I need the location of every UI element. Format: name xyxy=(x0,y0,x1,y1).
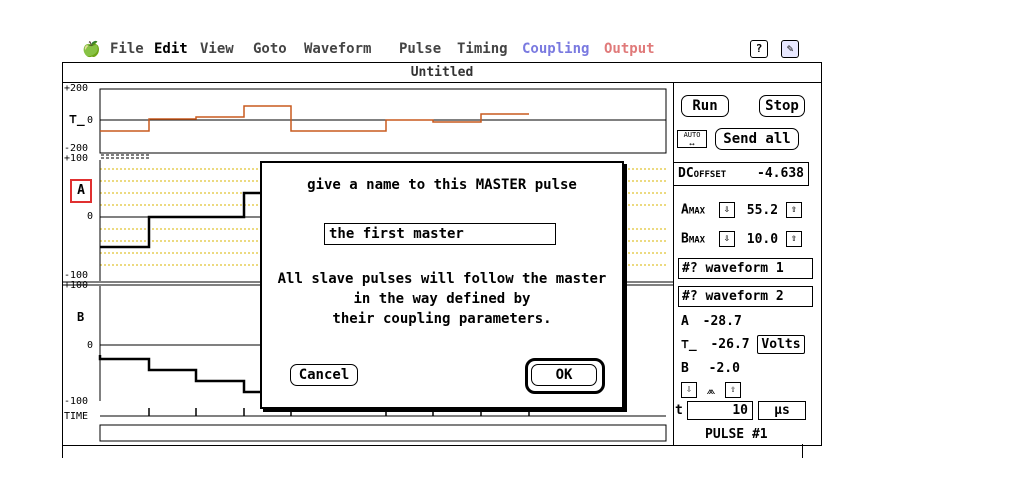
menu-goto[interactable]: Goto xyxy=(253,41,287,57)
shape-down-icon[interactable]: ⇩ xyxy=(681,381,697,398)
b-max-label: B xyxy=(681,231,689,247)
shape-up-icon[interactable]: ⇧ xyxy=(724,381,741,398)
dc-offset-sub: OFFSET xyxy=(693,170,727,180)
plot-a-frame xyxy=(99,88,667,154)
channel-a-selector[interactable]: A xyxy=(70,179,92,203)
menu-pulse[interactable]: Pulse xyxy=(399,41,441,57)
volts-button[interactable]: Volts xyxy=(757,335,805,354)
ok-button-default-ring: OK xyxy=(525,358,605,394)
auto-label: AUTO xyxy=(683,131,701,139)
pulse-name-input[interactable] xyxy=(324,223,556,245)
b-max-value[interactable]: 10.0 xyxy=(747,232,778,247)
time-axis-label: TIME xyxy=(64,411,89,422)
a-max-label: A xyxy=(681,202,689,218)
a-max-decrease-icon[interactable]: ⇩ xyxy=(718,202,735,218)
pulse-label: PULSE #1 xyxy=(705,427,768,442)
dc-offset-value: -4.638 xyxy=(757,166,804,181)
window-title[interactable]: Untitled xyxy=(63,63,821,83)
menu-output[interactable]: Output xyxy=(604,41,655,57)
main-plot-trace xyxy=(100,191,263,249)
auto-toggle[interactable]: AUTO ⟷ xyxy=(677,130,707,148)
menu-bar: 🍏 File Edit View Goto Waveform Pulse Tim… xyxy=(0,38,1024,62)
a-max-increase-icon[interactable]: ⇧ xyxy=(785,202,802,218)
name-pulse-dialog: give a name to this MASTER pulse All sla… xyxy=(260,161,624,409)
plot-b-trace xyxy=(98,355,263,394)
b-max-decrease-icon[interactable]: ⇩ xyxy=(718,231,735,247)
dialog-message-line2: in the way defined by xyxy=(353,291,531,307)
menu-timing[interactable]: Timing xyxy=(457,41,508,57)
main-plot-zero-label: 0 xyxy=(87,211,94,222)
offset-symbol-icon: ⊤̲ xyxy=(69,112,85,127)
offset-symbol-icon: ⊤̲ xyxy=(681,337,697,352)
menu-coupling[interactable]: Coupling xyxy=(522,41,589,57)
ok-button[interactable]: OK xyxy=(531,364,597,386)
main-plot-ymax-label: +100 xyxy=(64,153,89,164)
menu-edit[interactable]: Edit xyxy=(154,41,188,57)
menu-file[interactable]: File xyxy=(110,41,144,57)
dialog-message-line3: their coupling parameters. xyxy=(332,311,552,327)
app-icon[interactable]: ✎ xyxy=(781,40,799,58)
help-question-icon[interactable]: ? xyxy=(750,40,768,58)
run-button[interactable]: Run xyxy=(681,95,729,117)
plot-a-zero-label: 0 xyxy=(87,115,94,126)
b-max-sub: MAX xyxy=(688,235,706,246)
a-max-value[interactable]: 55.2 xyxy=(747,203,778,218)
t-value-field[interactable]: 10 xyxy=(687,401,753,420)
menu-view[interactable]: View xyxy=(200,41,234,57)
time-axis-ticks xyxy=(148,408,530,416)
waveform-shape-icon[interactable]: ⩕ xyxy=(707,384,716,397)
a-value-row: A -28.7 xyxy=(681,314,742,329)
b-value-label: B xyxy=(681,361,689,376)
cancel-button[interactable]: Cancel xyxy=(290,364,358,386)
stop-button[interactable]: Stop xyxy=(759,95,805,117)
a-value-label: A xyxy=(681,314,689,329)
offset-value: -26.7 xyxy=(710,337,750,352)
b-value: -2.0 xyxy=(708,361,740,376)
horizontal-scrollbar xyxy=(99,424,667,442)
plot-b-ymin-label: -100 xyxy=(64,396,89,407)
offset-value-row: ⊤̲ -26.7 xyxy=(681,337,750,352)
plot-a-ymax-label: +200 xyxy=(64,83,89,94)
auto-arrow-icon: ⟷ xyxy=(689,140,695,148)
dialog-message-line1: All slave pulses will follow the master xyxy=(277,271,607,287)
a-max-sub: MAX xyxy=(688,206,706,217)
b-max-row: BMAX ⇩ 10.0 ⇧ xyxy=(681,231,802,247)
window-edge-right xyxy=(802,444,803,458)
a-max-row: AMAX ⇩ 55.2 ⇧ xyxy=(681,202,802,218)
waveform-2-field[interactable]: #? waveform 2 xyxy=(678,286,813,307)
channel-b-label: B xyxy=(77,310,85,324)
window-edge-left xyxy=(62,444,63,458)
t-unit-button[interactable]: µs xyxy=(758,401,806,420)
dc-offset-label: DC xyxy=(678,166,694,181)
menu-waveform[interactable]: Waveform xyxy=(304,41,371,57)
plot-b-ymax-label: +100 xyxy=(64,280,89,291)
waveform-1-field[interactable]: #? waveform 1 xyxy=(678,258,813,279)
b-value-row: B -2.0 xyxy=(681,361,740,376)
dialog-title: give a name to this MASTER pulse xyxy=(307,177,577,193)
t-label: t xyxy=(675,403,683,418)
shape-controls: ⇩ ⩕ ⇧ xyxy=(681,379,741,398)
a-value: -28.7 xyxy=(702,314,742,329)
plot-b-zero-label: 0 xyxy=(87,340,94,351)
dc-offset-field[interactable]: DCOFFSET -4.638 xyxy=(673,162,809,186)
apple-logo-icon[interactable]: 🍏 xyxy=(82,40,101,58)
send-all-button[interactable]: Send all xyxy=(715,128,799,150)
b-max-increase-icon[interactable]: ⇧ xyxy=(785,231,802,247)
